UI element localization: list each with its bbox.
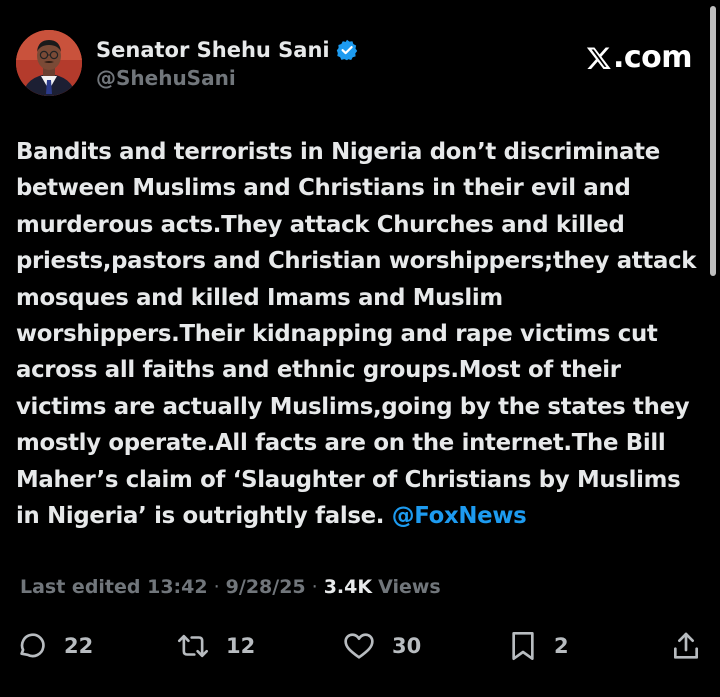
views-label: Views <box>378 576 441 598</box>
meta-separator: · <box>213 576 220 598</box>
share-button[interactable] <box>670 622 702 670</box>
brand-watermark: .com <box>586 40 693 75</box>
tweet-text: Bandits and terrorists in Nigeria don’t … <box>16 139 697 530</box>
tweet-meta: Last edited 13:42 · 9/28/25 · 3.4K Views <box>20 576 441 598</box>
action-bar: 22 12 30 2 <box>16 622 706 670</box>
tweet-card: Senator Shehu Sani @ShehuSani .com Bandi… <box>0 0 720 697</box>
handle[interactable]: @ShehuSani <box>96 66 358 90</box>
heart-icon <box>344 633 374 659</box>
x-logo-icon <box>586 46 611 69</box>
bookmark-icon <box>512 632 534 660</box>
views-count: 3.4K <box>323 576 373 598</box>
share-icon <box>674 632 698 659</box>
bookmark-count: 2 <box>554 634 569 658</box>
bookmark-button[interactable]: 2 <box>508 622 569 670</box>
edited-timestamp[interactable]: Last edited 13:42 <box>20 576 208 598</box>
tweet-date[interactable]: 9/28/25 <box>226 576 306 598</box>
repost-icon <box>177 634 209 658</box>
display-name[interactable]: Senator Shehu Sani <box>96 38 330 62</box>
display-name-row: Senator Shehu Sani <box>96 36 358 64</box>
reply-button[interactable]: 22 <box>16 622 93 670</box>
avatar[interactable] <box>16 30 82 96</box>
brand-label: .com <box>612 40 693 75</box>
scrollbar[interactable] <box>710 6 716 276</box>
tweet-body: Bandits and terrorists in Nigeria don’t … <box>16 134 708 534</box>
author-block: Senator Shehu Sani @ShehuSani <box>96 36 358 90</box>
like-count: 30 <box>392 634 422 658</box>
mention-link[interactable]: @FoxNews <box>392 503 527 529</box>
profile-photo <box>16 30 82 96</box>
meta-separator-2: · <box>311 576 318 598</box>
tweet-header: Senator Shehu Sani @ShehuSani .com <box>16 30 706 100</box>
verified-badge-icon <box>336 39 358 61</box>
repost-count: 12 <box>226 634 256 658</box>
repost-button[interactable]: 12 <box>176 622 255 670</box>
reply-icon <box>20 633 45 658</box>
like-button[interactable]: 30 <box>342 622 421 670</box>
reply-count: 22 <box>64 634 94 658</box>
